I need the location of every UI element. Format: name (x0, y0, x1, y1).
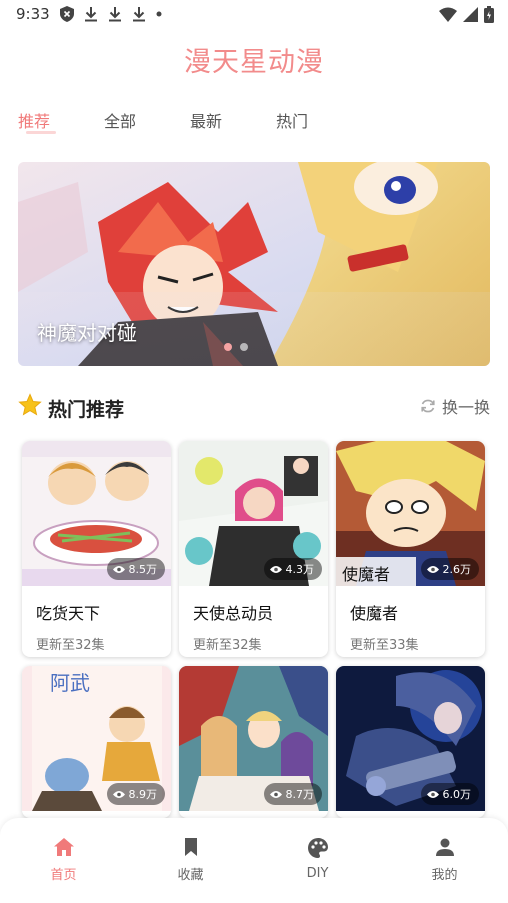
wifi-icon (439, 7, 457, 22)
nav-label: DIY (306, 866, 329, 881)
eye-icon (269, 790, 282, 798)
battery-icon (484, 6, 494, 23)
home-icon (53, 838, 74, 856)
status-bar: 9:33 (0, 0, 508, 28)
comic-cover: 6.0万 (336, 666, 485, 811)
shield-icon (60, 6, 74, 22)
comic-card[interactable]: 4.3万 天使总动员 更新至32集 (179, 441, 328, 657)
download-icon (109, 7, 121, 22)
nav-label: 我的 (431, 868, 458, 883)
signal-icon (463, 7, 478, 22)
more-dot-icon (156, 11, 162, 17)
app-title: 漫天星动漫 (184, 47, 324, 78)
eye-icon (426, 565, 439, 573)
eye-icon (426, 790, 439, 798)
comic-name: 吃货天下 (36, 604, 101, 623)
view-count: 8.5万 (106, 558, 165, 580)
comic-cover: 阿武 8.9万 (22, 666, 171, 811)
comic-name: 使魔者 (350, 604, 399, 623)
nav-label: 收藏 (177, 868, 204, 883)
view-count: 6.0万 (420, 783, 479, 805)
download-icon (85, 7, 97, 22)
bottom-nav: 首页 收藏 DIY 我的 (0, 818, 508, 903)
refresh-icon (421, 399, 435, 413)
view-count: 8.9万 (106, 783, 165, 805)
comic-card[interactable]: 阿武 8.9万 (22, 666, 171, 818)
comic-update: 更新至32集 (36, 638, 105, 653)
section-title: 热门推荐 (48, 399, 125, 421)
refresh-button[interactable]: 换一换 (420, 394, 490, 418)
refresh-label: 换一换 (441, 398, 490, 417)
comic-card[interactable]: 使魔者 2.6万 使魔者 更新至33集 (336, 441, 485, 657)
view-count: 8.7万 (263, 783, 322, 805)
nav-label: 首页 (50, 868, 77, 883)
comic-cover: 8.7万 (179, 666, 328, 811)
eye-icon (112, 790, 125, 798)
cover-title-text: 阿武 (50, 671, 90, 695)
comic-cover: 使魔者 2.6万 (336, 441, 485, 586)
hot-recommend-header: 热门推荐 换一换 (18, 392, 490, 422)
palette-icon (307, 838, 328, 858)
comic-card[interactable]: 8.7万 (179, 666, 328, 818)
nav-profile[interactable]: 我的 (381, 818, 508, 903)
tab-latest[interactable]: 最新 (190, 100, 276, 136)
bookmark-icon (184, 838, 197, 856)
system-icons (439, 6, 494, 23)
notification-icons (60, 6, 162, 22)
nav-favorites[interactable]: 收藏 (127, 818, 254, 903)
eye-icon (269, 565, 282, 573)
comic-update: 更新至33集 (350, 638, 419, 653)
view-count: 4.3万 (263, 558, 322, 580)
eye-icon (112, 565, 125, 573)
download-icon (133, 7, 145, 22)
status-time: 9:33 (16, 5, 50, 23)
cover-title-text: 使魔者 (342, 565, 390, 584)
comic-cover: 8.5万 (22, 441, 171, 586)
carousel-dot[interactable] (240, 343, 248, 351)
nav-diy[interactable]: DIY (254, 818, 381, 903)
comic-update: 更新至32集 (193, 638, 262, 653)
star-icon (18, 393, 42, 416)
carousel-dot[interactable] (224, 343, 232, 351)
tab-hot[interactable]: 热门 (276, 100, 362, 136)
category-tabs: 推荐 全部 最新 热门 (18, 100, 362, 136)
carousel-indicator (224, 343, 248, 351)
comic-card[interactable]: 8.5万 吃货天下 更新至32集 (22, 441, 171, 657)
nav-home[interactable]: 首页 (0, 818, 127, 903)
comic-cover: 4.3万 (179, 441, 328, 586)
tab-recommend[interactable]: 推荐 (18, 100, 104, 136)
comic-name: 天使总动员 (193, 604, 274, 623)
comic-card[interactable]: 6.0万 (336, 666, 485, 818)
banner-carousel[interactable]: 神魔对对碰 (18, 162, 490, 366)
tab-all[interactable]: 全部 (104, 100, 190, 136)
banner-caption: 神魔对对碰 (37, 321, 137, 345)
view-count: 2.6万 (420, 558, 479, 580)
person-icon (435, 838, 454, 856)
